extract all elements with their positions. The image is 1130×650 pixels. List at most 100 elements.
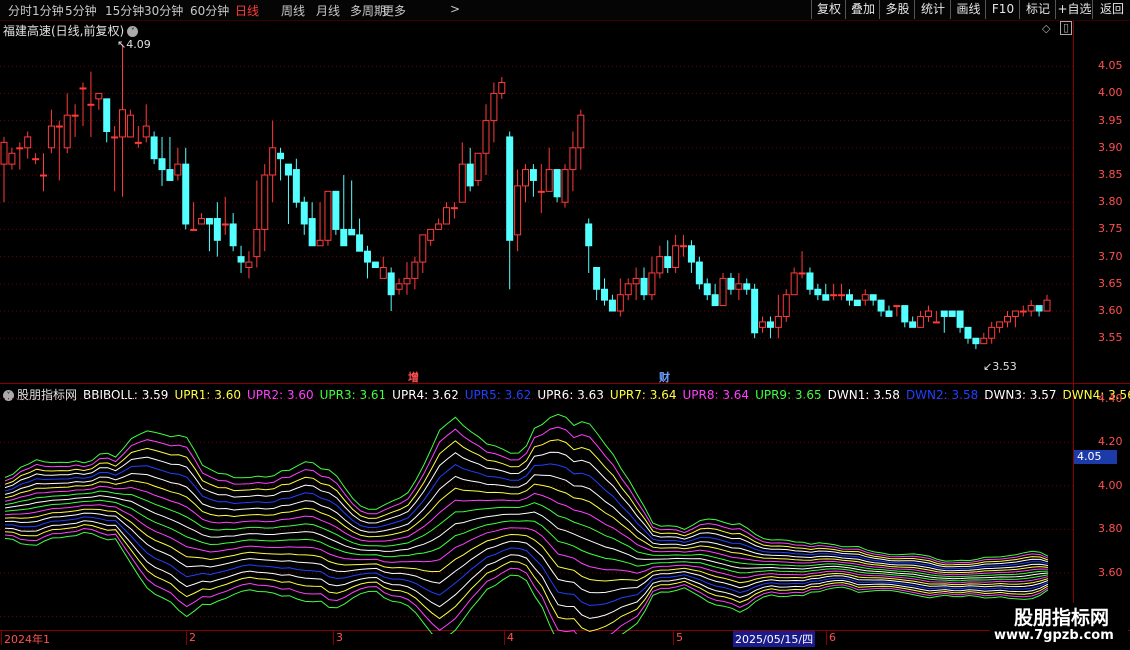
candle-body xyxy=(537,190,545,193)
candle xyxy=(0,136,8,203)
candle-body xyxy=(553,169,561,198)
bbiboll-indicator-chart[interactable] xyxy=(0,384,1073,634)
candle-body xyxy=(87,103,95,106)
candle xyxy=(8,147,16,170)
candle xyxy=(55,120,63,181)
candle-body xyxy=(0,141,8,165)
candle-body xyxy=(269,147,277,176)
candle xyxy=(166,136,174,181)
candle xyxy=(1011,310,1019,328)
current-value-badge: 4.05 xyxy=(1074,450,1117,464)
candle-body xyxy=(490,92,498,122)
candle xyxy=(482,104,490,176)
candlestick-chart[interactable] xyxy=(0,0,1073,383)
candle-body xyxy=(308,218,316,247)
candle-body xyxy=(964,326,972,339)
candle-body xyxy=(379,267,387,279)
price-axis-label: 4.00 xyxy=(1098,86,1123,100)
candle xyxy=(964,326,972,344)
candle xyxy=(379,256,387,279)
candle xyxy=(782,289,790,322)
candle xyxy=(284,163,292,224)
candle xyxy=(474,152,482,186)
candle-body xyxy=(8,152,16,165)
candle-body xyxy=(40,174,48,177)
candle-body xyxy=(371,261,379,269)
candle-body xyxy=(474,152,482,181)
event-marker-finance[interactable]: 财 xyxy=(659,369,670,385)
candle xyxy=(735,272,743,301)
candle xyxy=(221,196,229,235)
candle-body xyxy=(956,310,964,328)
candle-body xyxy=(996,321,1004,328)
candle-body xyxy=(1035,305,1043,312)
candle xyxy=(411,256,419,290)
candle xyxy=(316,202,324,247)
date-tick-label: 3 xyxy=(336,631,343,644)
candle xyxy=(553,169,561,203)
candle-body xyxy=(664,256,672,269)
candle xyxy=(672,234,680,273)
price-axis-label: 3.55 xyxy=(1098,331,1123,345)
toolbar-button-8[interactable]: 返回 xyxy=(1092,0,1130,19)
candle xyxy=(198,213,206,225)
candle-body xyxy=(24,136,32,149)
candle xyxy=(648,256,656,301)
candle-body xyxy=(545,169,553,192)
candle xyxy=(940,310,948,333)
candle-body xyxy=(640,277,648,296)
candle-body xyxy=(32,158,40,161)
candle xyxy=(1043,294,1051,312)
candle xyxy=(245,251,253,279)
date-tick-label: 5 xyxy=(676,631,683,644)
candle-body xyxy=(55,125,63,128)
price-axis-label: 3.75 xyxy=(1098,222,1123,236)
candle xyxy=(71,104,79,137)
candle xyxy=(395,278,403,295)
indicator-axis-label: 4.40 xyxy=(1098,391,1123,405)
candle xyxy=(1003,311,1011,328)
low-price-mark: ↙3.53 xyxy=(983,360,1017,373)
candle-body xyxy=(316,239,324,247)
candle-body xyxy=(616,294,624,312)
candle-body xyxy=(284,163,292,176)
candle-body xyxy=(300,201,308,225)
candle xyxy=(924,305,932,322)
candle-body xyxy=(229,223,237,247)
upper-band-line xyxy=(4,439,1049,566)
candle xyxy=(458,142,466,203)
candle-body xyxy=(16,147,24,150)
candle xyxy=(537,164,545,214)
candle xyxy=(522,164,529,203)
candle xyxy=(719,272,727,307)
candle-body xyxy=(158,158,166,171)
candle xyxy=(798,251,806,279)
candle-body xyxy=(506,136,514,241)
candle-body xyxy=(356,234,364,252)
candle xyxy=(545,147,553,192)
price-axis-label: 3.90 xyxy=(1098,140,1123,154)
candle xyxy=(838,283,846,301)
candle-body xyxy=(759,321,767,328)
candle-body xyxy=(403,277,411,285)
candle xyxy=(1035,305,1043,317)
candle xyxy=(877,299,885,317)
candle xyxy=(727,272,735,295)
candle xyxy=(790,267,798,296)
candle-body xyxy=(845,294,853,301)
candle xyxy=(743,278,751,295)
candle xyxy=(363,245,371,279)
candle-body xyxy=(656,256,664,274)
candle-body xyxy=(774,315,782,328)
candle xyxy=(174,147,182,181)
candle xyxy=(387,267,395,312)
candle xyxy=(134,126,142,148)
event-marker-increase[interactable]: 增 xyxy=(408,369,419,385)
upper-band-line xyxy=(4,451,1049,568)
candle-body xyxy=(766,321,774,328)
candle xyxy=(498,77,506,99)
candle-body xyxy=(909,321,917,328)
candle xyxy=(403,262,411,295)
candle-body xyxy=(822,294,830,301)
candle xyxy=(332,190,340,235)
